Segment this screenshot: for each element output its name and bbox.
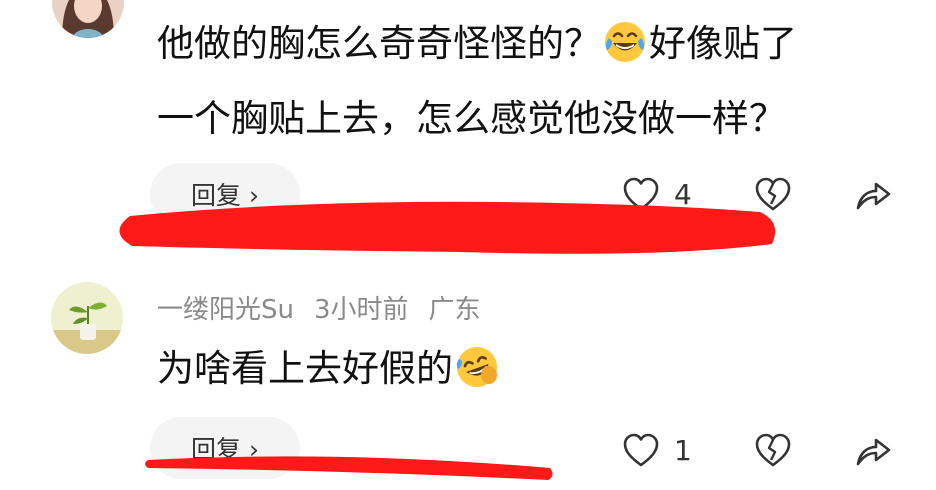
comment-text: 他做的胸怎么奇奇怪怪的？ 好像贴了 xyxy=(157,15,797,73)
location: 广东 xyxy=(428,294,481,325)
timestamp: 3小时前 xyxy=(313,294,409,325)
broken-heart-icon xyxy=(755,177,791,211)
dislike-button[interactable] xyxy=(754,432,792,468)
username[interactable]: 一缕阳光Su xyxy=(157,289,294,326)
comment-meta: 一缕阳光Su 3小时前 广东 xyxy=(157,287,501,327)
comment-text-part: 为啥看上去好假的 xyxy=(157,347,453,390)
like-button[interactable]: 1 xyxy=(622,432,692,468)
like-count: 1 xyxy=(674,433,692,467)
heart-outline-icon xyxy=(623,433,659,467)
reply-button[interactable]: 回复 › xyxy=(150,417,300,479)
reply-button[interactable]: 回复 › xyxy=(150,163,300,225)
tears-of-joy-emoji-icon xyxy=(603,20,647,64)
comment-text-part: 好像贴了 xyxy=(649,22,797,65)
dislike-button[interactable] xyxy=(754,176,792,212)
share-button[interactable] xyxy=(854,176,892,212)
comment-text: 为啥看上去好假的 xyxy=(157,340,501,398)
share-arrow-icon xyxy=(856,438,891,466)
rolling-on-floor-laughing-emoji-icon xyxy=(455,345,499,389)
like-count: 4 xyxy=(674,177,692,211)
heart-outline-icon xyxy=(623,177,659,211)
comment-thread: 他做的胸怎么奇奇怪怪的？ 好像贴了 一个胸贴上去，怎么感觉他没做一样？ 回复 ›… xyxy=(0,0,936,490)
like-button[interactable]: 4 xyxy=(622,176,692,212)
comment-text-part: 他做的胸怎么奇奇怪怪的？ xyxy=(157,22,601,65)
broken-heart-icon xyxy=(755,433,791,467)
share-button[interactable] xyxy=(854,432,892,468)
avatar[interactable] xyxy=(51,282,123,354)
comment-text: 一个胸贴上去，怎么感觉他没做一样？ xyxy=(157,97,786,140)
share-arrow-icon xyxy=(856,182,891,210)
avatar[interactable] xyxy=(52,0,124,38)
